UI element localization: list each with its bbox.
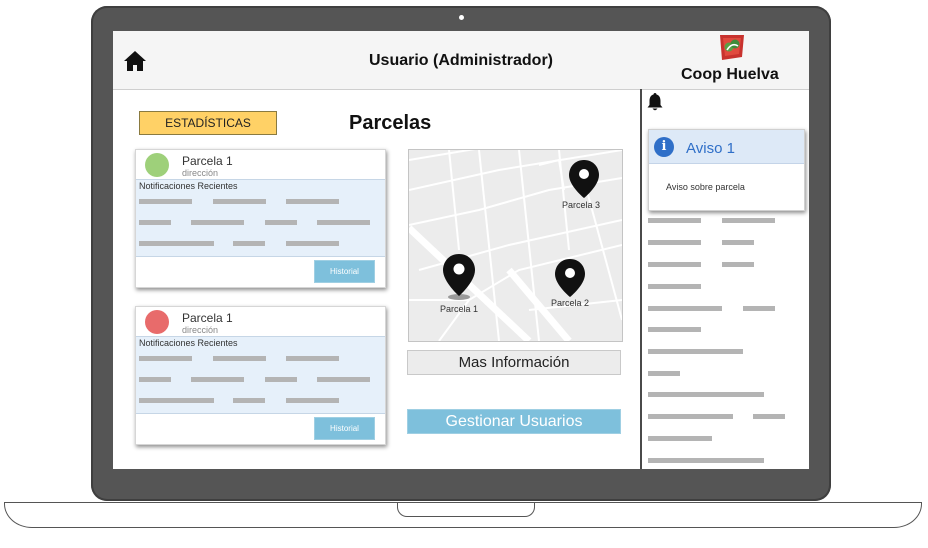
placeholder-line <box>648 284 701 289</box>
parcel-address: dirección <box>182 168 219 178</box>
placeholder-line <box>648 414 733 419</box>
placeholder-line <box>648 262 701 267</box>
placeholder-line <box>139 220 171 225</box>
pin-label: Parcela 3 <box>562 200 601 210</box>
placeholder-line <box>265 220 297 225</box>
placeholder-line <box>648 306 722 311</box>
pin-label: Parcela 1 <box>440 304 479 314</box>
more-info-button[interactable]: Mas Información <box>407 350 621 375</box>
section-title: Parcelas <box>349 112 432 134</box>
placeholder-line <box>233 398 265 403</box>
alert-title: Aviso 1 <box>686 140 735 157</box>
status-dot-red <box>145 310 169 334</box>
webcam <box>459 15 464 20</box>
placeholder-line <box>139 241 214 246</box>
panel-divider <box>640 89 642 469</box>
placeholder-line <box>648 240 701 245</box>
parcel-address: dirección <box>182 325 219 335</box>
parcel-title: Parcela 1 <box>182 154 233 168</box>
placeholder-line <box>648 371 680 376</box>
placeholder-line <box>139 398 214 403</box>
notifications-label: Notificaciones Recientes <box>139 338 238 348</box>
alert-text: Aviso sobre parcela <box>666 182 745 192</box>
placeholder-line <box>648 458 764 463</box>
laptop-base <box>4 502 922 528</box>
brand-name: Coop Huelva <box>681 66 779 83</box>
placeholder-line <box>648 436 712 441</box>
statistics-button[interactable]: ESTADÍSTICAS <box>139 111 277 135</box>
placeholder-line <box>648 392 764 397</box>
top-bar: Usuario (Administrador) Coop Huelva <box>113 31 809 90</box>
placeholder-line <box>722 218 775 223</box>
parcel-card[interactable]: Parcela 1 dirección Notificaciones Recie… <box>135 149 386 288</box>
placeholder-line <box>265 377 297 382</box>
placeholder-line <box>139 199 192 204</box>
history-button[interactable]: Historial <box>314 260 375 283</box>
alert-card[interactable]: i Aviso 1 Aviso sobre parcela <box>648 129 805 211</box>
recent-notifications: Notificaciones Recientes <box>136 336 385 414</box>
app-screen: Usuario (Administrador) Coop Huelva ESTA… <box>113 31 809 469</box>
placeholder-line <box>286 241 339 246</box>
info-icon: i <box>654 137 674 157</box>
placeholder-line <box>753 414 785 419</box>
parcel-card[interactable]: Parcela 1 dirección Notificaciones Recie… <box>135 306 386 445</box>
laptop-notch <box>397 503 535 517</box>
placeholder-line <box>722 262 754 267</box>
placeholder-line <box>191 220 244 225</box>
parcel-map[interactable]: Parcela 3 Parcela 2 Parcela 1 <box>408 149 623 342</box>
parcel-title: Parcela 1 <box>182 311 233 325</box>
history-button[interactable]: Historial <box>314 417 375 440</box>
placeholder-line <box>648 327 701 332</box>
manage-users-button[interactable]: Gestionar Usuarios <box>407 409 621 434</box>
placeholder-line <box>286 398 339 403</box>
placeholder-line <box>191 377 244 382</box>
placeholder-line <box>317 377 370 382</box>
placeholder-line <box>722 240 754 245</box>
placeholder-line <box>317 220 370 225</box>
placeholder-line <box>286 356 339 361</box>
placeholder-line <box>233 241 265 246</box>
placeholder-line <box>648 349 743 354</box>
placeholder-line <box>139 377 171 382</box>
notifications-label: Notificaciones Recientes <box>139 181 238 191</box>
pin-label: Parcela 2 <box>551 298 590 308</box>
placeholder-line <box>213 199 266 204</box>
alert-header: i Aviso 1 <box>649 130 804 164</box>
recent-notifications: Notificaciones Recientes <box>136 179 385 257</box>
placeholder-line <box>286 199 339 204</box>
placeholder-line <box>139 356 192 361</box>
placeholder-line <box>743 306 775 311</box>
coop-logo-icon <box>720 35 744 60</box>
placeholder-line <box>213 356 266 361</box>
status-dot-green <box>145 153 169 177</box>
placeholder-line <box>648 218 701 223</box>
bell-icon[interactable] <box>646 92 664 112</box>
